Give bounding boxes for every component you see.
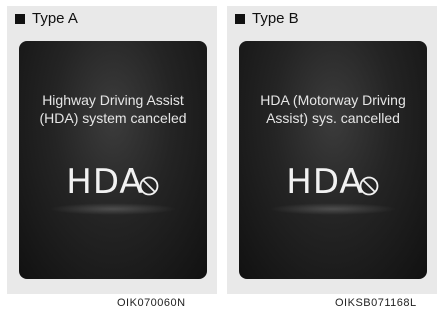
square-bullet-icon bbox=[15, 13, 25, 24]
hda-indicator-b: HDA bbox=[239, 159, 427, 201]
cancel-message-a: Highway Driving Assist (HDA) system canc… bbox=[19, 91, 207, 127]
cancel-icon bbox=[139, 176, 159, 196]
hda-text-a: HDA bbox=[66, 162, 144, 202]
panel-type-b: Type B HDA (Motorway Driving Assist) sys… bbox=[227, 6, 437, 294]
cancel-message-a-line1: Highway Driving Assist bbox=[42, 92, 184, 108]
type-a-label: Type A bbox=[32, 10, 78, 27]
type-b-heading: Type B bbox=[235, 10, 299, 27]
square-bullet-icon bbox=[235, 13, 245, 24]
cancel-message-a-line2: (HDA) system canceled bbox=[39, 110, 187, 126]
hda-indicator-a: HDA bbox=[19, 159, 207, 201]
hda-text-b: HDA bbox=[286, 162, 364, 202]
image-code-a: OIK070060N bbox=[117, 297, 186, 309]
cancel-message-b-line2: Assist) sys. cancelled bbox=[266, 110, 400, 126]
cancel-message-b-line1: HDA (Motorway Driving bbox=[260, 92, 406, 108]
cancel-message-b: HDA (Motorway Driving Assist) sys. cance… bbox=[239, 91, 427, 127]
type-b-label: Type B bbox=[252, 10, 299, 27]
panel-type-a: Type A Highway Driving Assist (HDA) syst… bbox=[7, 6, 217, 294]
cancel-icon bbox=[359, 176, 379, 196]
display-reflection-b bbox=[269, 203, 397, 215]
type-a-heading: Type A bbox=[15, 10, 78, 27]
display-reflection-a bbox=[49, 203, 177, 215]
cluster-display-b: HDA (Motorway Driving Assist) sys. cance… bbox=[239, 41, 427, 279]
image-code-b: OIKSB071168L bbox=[335, 297, 417, 309]
cluster-display-a: Highway Driving Assist (HDA) system canc… bbox=[19, 41, 207, 279]
